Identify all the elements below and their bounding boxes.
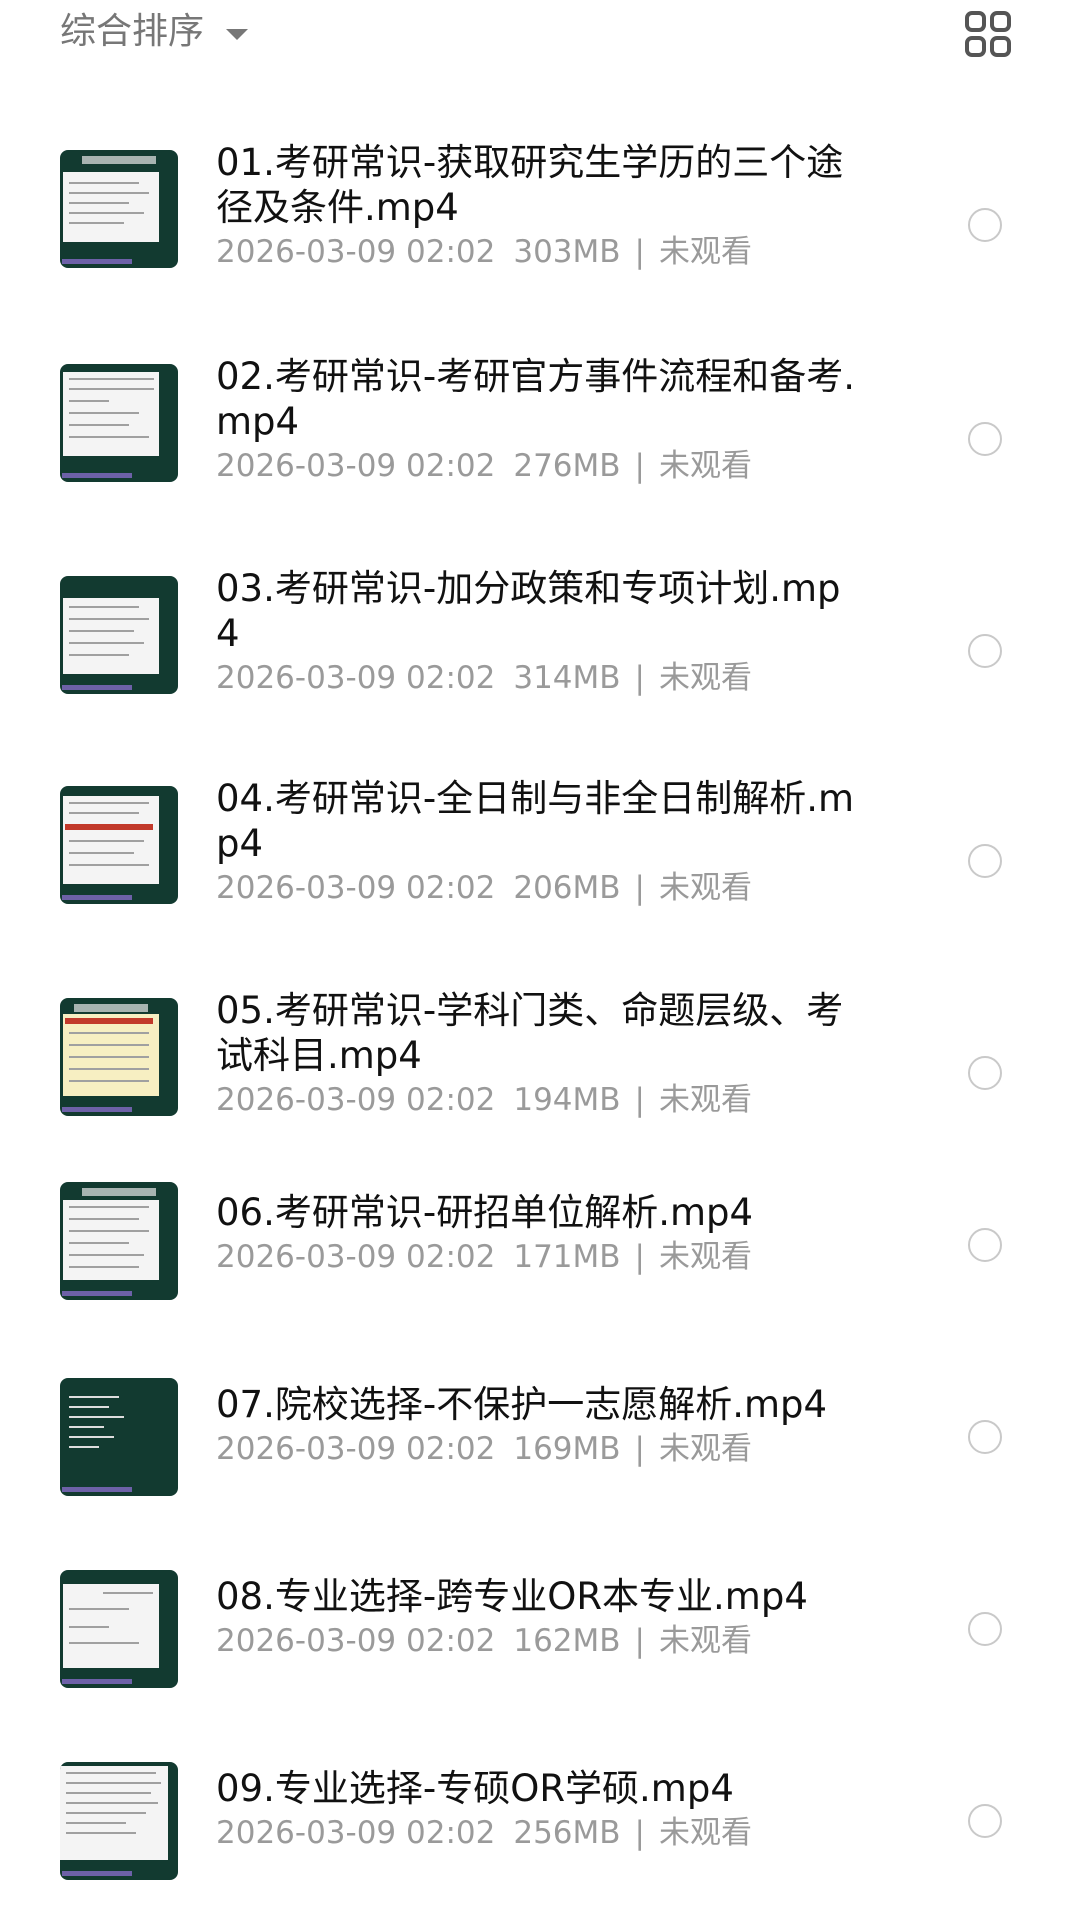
watch-status: 未观看 (659, 1623, 752, 1659)
video-thumbnail (60, 786, 178, 904)
file-meta: 2026-03-09 02:02 206MB | 未观看 (216, 870, 752, 906)
caret-down-icon (226, 28, 249, 40)
file-date: 2026-03-09 02:02 (216, 234, 496, 270)
file-title: 08.专业选择-跨专业OR本专业.mp4 (216, 1575, 808, 1618)
file-date: 2026-03-09 02:02 (216, 1623, 496, 1659)
grid-view-icon[interactable] (964, 10, 1012, 58)
video-thumbnail (60, 1762, 178, 1880)
video-thumbnail (60, 150, 178, 268)
file-item[interactable]: 01.考研常识-获取研究生学历的三个途径及条件.mp4 2026-03-09 0… (0, 120, 1080, 332)
file-date: 2026-03-09 02:02 (216, 1815, 496, 1851)
watch-status: 未观看 (659, 1815, 752, 1851)
file-size: 162MB (513, 1623, 621, 1659)
select-radio[interactable] (968, 844, 1002, 878)
select-radio[interactable] (968, 1228, 1002, 1262)
select-radio[interactable] (968, 422, 1002, 456)
file-title: 01.考研常识-获取研究生学历的三个途径及条件.mp4 (216, 141, 844, 229)
file-title: 07.院校选择-不保护一志愿解析.mp4 (216, 1383, 828, 1426)
file-meta: 2026-03-09 02:02 276MB | 未观看 (216, 448, 752, 484)
top-bar: 综合排序 (0, 0, 1080, 80)
file-date: 2026-03-09 02:02 (216, 448, 496, 484)
watch-status: 未观看 (659, 234, 752, 270)
file-item[interactable]: 05.考研常识-学科门类、命题层级、考试科目.mp4 2026-03-09 02… (0, 966, 1080, 1166)
watch-status: 未观看 (659, 870, 752, 906)
video-thumbnail (60, 1182, 178, 1300)
file-meta: 2026-03-09 02:02 314MB | 未观看 (216, 660, 752, 696)
select-radio[interactable] (968, 1420, 1002, 1454)
watch-status: 未观看 (659, 660, 752, 696)
file-item[interactable]: 08.专业选择-跨专业OR本专业.mp4 2026-03-09 02:02 162… (0, 1548, 1080, 1740)
file-item[interactable]: 07.院校选择-不保护一志愿解析.mp4 2026-03-09 02:02 169… (0, 1356, 1080, 1548)
file-meta: 2026-03-09 02:02 256MB | 未观看 (216, 1815, 752, 1851)
video-thumbnail (60, 1378, 178, 1496)
select-radio[interactable] (968, 208, 1002, 242)
file-date: 2026-03-09 02:02 (216, 660, 496, 696)
watch-status: 未观看 (659, 1082, 752, 1118)
file-title: 06.考研常识-研招单位解析.mp4 (216, 1191, 754, 1234)
video-thumbnail (60, 998, 178, 1116)
file-meta: 2026-03-09 02:02 171MB | 未观看 (216, 1239, 752, 1275)
file-item[interactable]: 02.考研常识-考研官方事件流程和备考.mp4 2026-03-09 02:02… (0, 332, 1080, 544)
file-size: 171MB (513, 1239, 621, 1275)
video-thumbnail (60, 364, 178, 482)
file-meta: 2026-03-09 02:02 162MB | 未观看 (216, 1623, 752, 1659)
file-title: 05.考研常识-学科门类、命题层级、考试科目.mp4 (216, 989, 844, 1077)
file-list: 01.考研常识-获取研究生学历的三个途径及条件.mp4 2026-03-09 0… (0, 120, 1080, 1932)
file-item[interactable]: 06.考研常识-研招单位解析.mp4 2026-03-09 02:02 171MB… (0, 1166, 1080, 1356)
select-radio[interactable] (968, 1056, 1002, 1090)
file-meta: 2026-03-09 02:02 303MB | 未观看 (216, 234, 752, 270)
sort-label: 综合排序 (60, 11, 205, 52)
file-size: 194MB (513, 1082, 621, 1118)
file-size: 314MB (513, 660, 621, 696)
select-radio[interactable] (968, 1612, 1002, 1646)
file-title: 03.考研常识-加分政策和专项计划.mp4 (216, 567, 841, 655)
file-size: 169MB (513, 1431, 621, 1467)
file-date: 2026-03-09 02:02 (216, 870, 496, 906)
file-title: 04.考研常识-全日制与非全日制解析.mp4 (216, 777, 854, 865)
file-size: 206MB (513, 870, 621, 906)
file-meta: 2026-03-09 02:02 169MB | 未观看 (216, 1431, 752, 1467)
select-radio[interactable] (968, 1804, 1002, 1838)
watch-status: 未观看 (659, 1239, 752, 1275)
file-size: 276MB (513, 448, 621, 484)
video-thumbnail (60, 1570, 178, 1688)
sort-dropdown[interactable]: 综合排序 (60, 8, 249, 56)
file-date: 2026-03-09 02:02 (216, 1082, 496, 1118)
watch-status: 未观看 (659, 448, 752, 484)
watch-status: 未观看 (659, 1431, 752, 1467)
file-title: 09.专业选择-专硕OR学硕.mp4 (216, 1767, 734, 1810)
select-radio[interactable] (968, 634, 1002, 668)
file-item[interactable]: 04.考研常识-全日制与非全日制解析.mp4 2026-03-09 02:02 2… (0, 754, 1080, 966)
file-size: 303MB (513, 234, 621, 270)
video-thumbnail (60, 576, 178, 694)
file-date: 2026-03-09 02:02 (216, 1431, 496, 1467)
file-title: 02.考研常识-考研官方事件流程和备考.mp4 (216, 355, 855, 443)
file-meta: 2026-03-09 02:02 194MB | 未观看 (216, 1082, 752, 1118)
file-size: 256MB (513, 1815, 621, 1851)
file-item[interactable]: 03.考研常识-加分政策和专项计划.mp4 2026-03-09 02:02 31… (0, 544, 1080, 754)
file-date: 2026-03-09 02:02 (216, 1239, 496, 1275)
file-item[interactable]: 09.专业选择-专硕OR学硕.mp4 2026-03-09 02:02 256MB… (0, 1740, 1080, 1932)
